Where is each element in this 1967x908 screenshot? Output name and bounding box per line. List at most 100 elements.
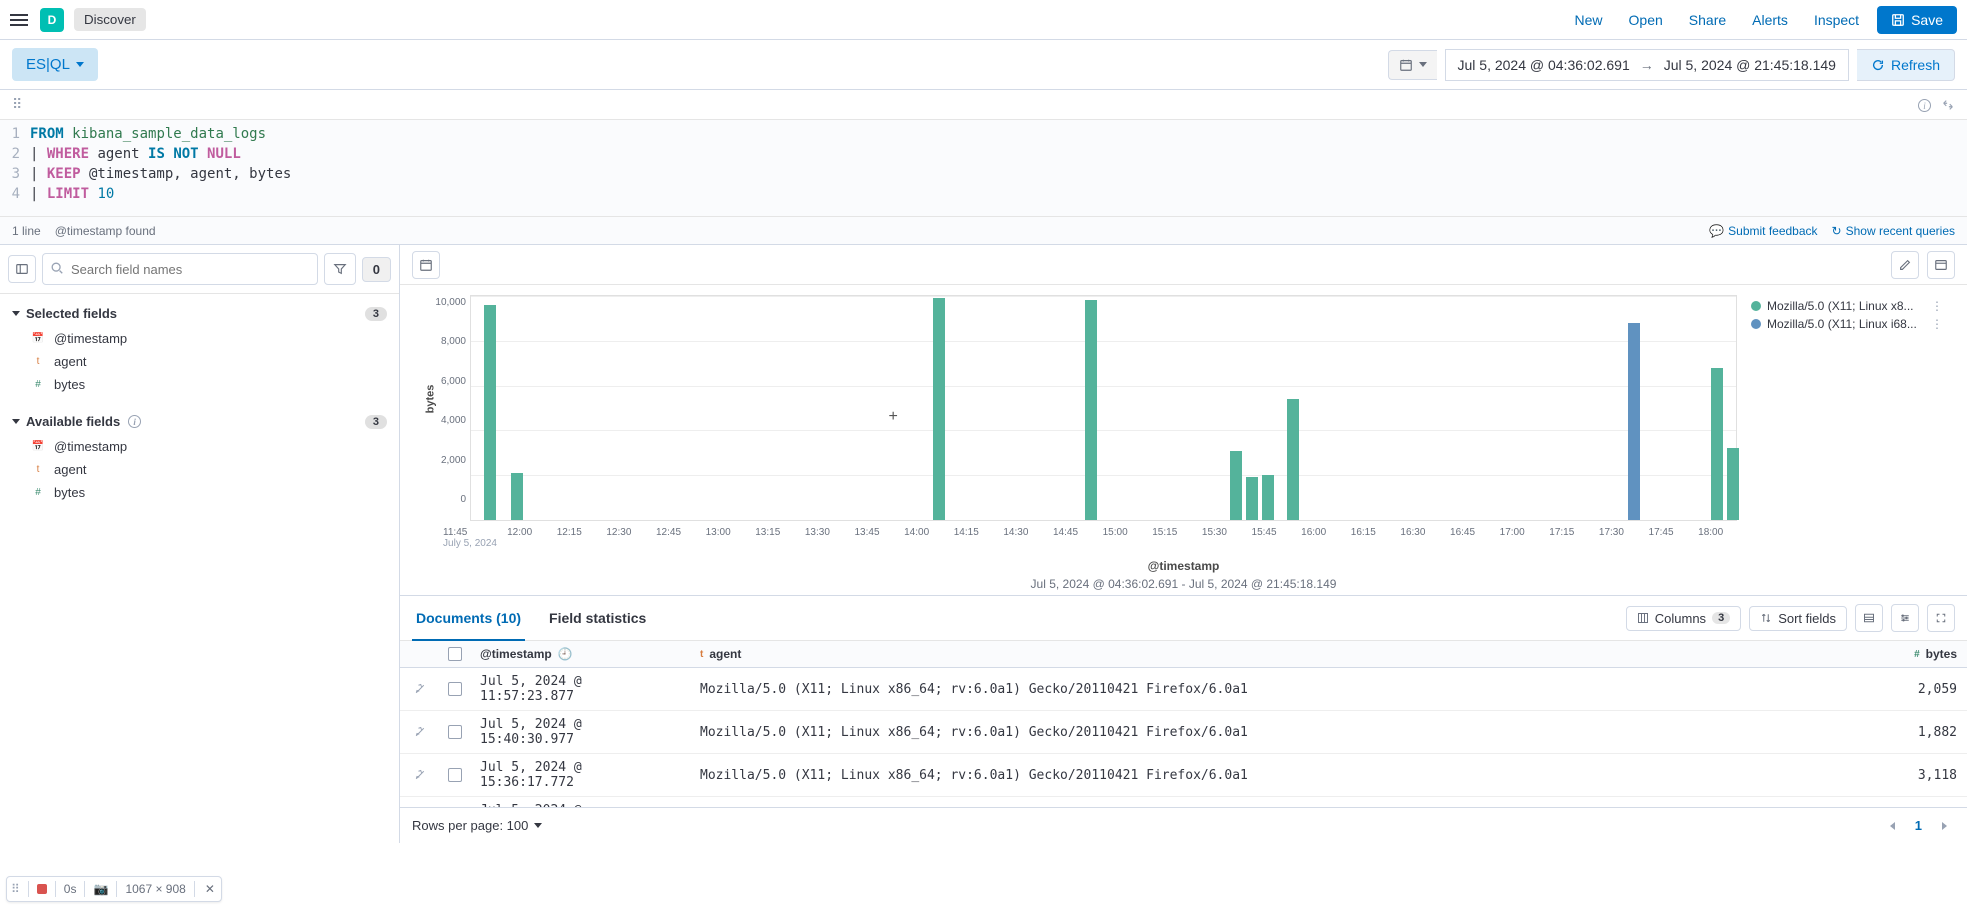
table-row[interactable]: Jul 5, 2024 @ 15:40:30.977Mozilla/5.0 (X… — [400, 711, 1967, 754]
tab-field-statistics[interactable]: Field statistics — [545, 602, 650, 634]
header-agent[interactable]: t agent — [690, 641, 1877, 667]
drag-handle-icon[interactable]: ⠿ — [11, 882, 20, 896]
columns-count: 3 — [1712, 612, 1730, 624]
expand-row-button[interactable] — [400, 711, 440, 753]
edit-visualization-button[interactable] — [1891, 251, 1919, 279]
chart-options-button[interactable] — [1927, 251, 1955, 279]
open-link[interactable]: Open — [1621, 12, 1671, 28]
field-search-input[interactable] — [42, 253, 318, 285]
header-timestamp[interactable]: @timestamp 🕘 — [470, 641, 690, 667]
menu-icon[interactable] — [10, 10, 30, 30]
chart-bar[interactable] — [1262, 475, 1274, 520]
number-type-icon: # — [30, 378, 46, 392]
toggle-histogram-button[interactable] — [412, 251, 440, 279]
legend-more-icon[interactable]: ⋮ — [1927, 317, 1947, 331]
record-indicator-icon[interactable] — [37, 884, 47, 894]
field-item-agent[interactable]: tagent — [12, 350, 387, 373]
chevron-down-icon — [76, 62, 84, 67]
row-checkbox[interactable] — [440, 668, 470, 710]
field-item-agent-avail[interactable]: tagent — [12, 458, 387, 481]
field-item-bytes-avail[interactable]: #bytes — [12, 481, 387, 504]
chart-bar[interactable] — [511, 473, 523, 520]
x-tick: 12:45 — [656, 527, 681, 538]
datepicker-quick-button[interactable] — [1388, 50, 1437, 80]
expand-row-button[interactable] — [400, 668, 440, 710]
language-switcher[interactable]: ES|QL — [12, 48, 98, 81]
info-icon[interactable]: i — [128, 415, 141, 428]
available-fields-header[interactable]: Available fields i 3 — [12, 408, 387, 435]
header-bytes[interactable]: # bytes — [1877, 641, 1967, 667]
page-prev-button[interactable] — [1882, 814, 1903, 837]
legend-more-icon[interactable]: ⋮ — [1927, 299, 1947, 313]
code-content[interactable]: FROM kibana_sample_data_logs | WHERE age… — [30, 124, 291, 204]
row-checkbox[interactable] — [440, 711, 470, 753]
share-link[interactable]: Share — [1681, 12, 1734, 28]
sort-fields-button[interactable]: Sort fields — [1749, 606, 1847, 631]
expand-row-button[interactable] — [400, 754, 440, 796]
x-tick: 17:45 — [1649, 527, 1674, 538]
field-item-timestamp-avail[interactable]: 📅@timestamp — [12, 435, 387, 458]
select-all-checkbox[interactable] — [440, 641, 470, 667]
chart-bar[interactable] — [1246, 477, 1258, 520]
panel-left-icon — [15, 262, 29, 276]
x-tick: 13:15 — [755, 527, 780, 538]
camera-icon[interactable]: 📷 — [93, 882, 108, 896]
table-row[interactable]: Jul 5, 2024 @ 15:36:17.772Mozilla/5.0 (X… — [400, 754, 1967, 797]
alerts-link[interactable]: Alerts — [1744, 12, 1796, 28]
legend-item-1[interactable]: Mozilla/5.0 (X11; Linux i68... ⋮ — [1751, 317, 1947, 331]
row-checkbox[interactable] — [440, 754, 470, 796]
chart-bar[interactable] — [484, 305, 496, 520]
toolbar-controls-button[interactable] — [1891, 604, 1919, 632]
rows-per-page-selector[interactable]: Rows per page: 100 — [412, 818, 542, 833]
cell-agent: Mozilla/5.0 (X11; Linux x86_64; rv:6.0a1… — [690, 711, 1877, 753]
panel-top-icon — [1934, 258, 1948, 272]
chart-bar[interactable] — [1287, 399, 1299, 520]
chart-bar[interactable] — [1085, 300, 1097, 520]
inspect-link[interactable]: Inspect — [1806, 12, 1867, 28]
x-tick: 13:45 — [855, 527, 880, 538]
fullscreen-button[interactable] — [1927, 604, 1955, 632]
expand-row-button[interactable] — [400, 797, 440, 807]
field-filter-button[interactable] — [324, 253, 356, 285]
datepicker-range[interactable]: Jul 5, 2024 @ 04:36:02.691 → Jul 5, 2024… — [1445, 49, 1849, 81]
new-link[interactable]: New — [1567, 12, 1611, 28]
chevron-down-icon — [12, 311, 20, 316]
x-tick: 12:15 — [557, 527, 582, 538]
submit-feedback-link[interactable]: 💬 Submit feedback — [1709, 224, 1817, 238]
x-tick: 14:30 — [1003, 527, 1028, 538]
table-row[interactable]: Jul 5, 2024 @ 14:04:53.521Mozilla/5.0 (X… — [400, 797, 1967, 807]
tab-documents[interactable]: Documents (10) — [412, 602, 525, 634]
chart-bar[interactable] — [1628, 323, 1640, 520]
chart-bar[interactable] — [933, 298, 945, 520]
legend-item-0[interactable]: Mozilla/5.0 (X11; Linux x8... ⋮ — [1751, 299, 1947, 313]
close-icon[interactable]: ✕ — [203, 882, 217, 896]
selected-fields-header[interactable]: Selected fields 3 — [12, 300, 387, 327]
field-item-bytes[interactable]: #bytes — [12, 373, 387, 396]
display-options-button[interactable] — [1855, 604, 1883, 632]
show-recent-queries-link[interactable]: ↻ Show recent queries — [1832, 224, 1955, 238]
controls-icon — [1899, 612, 1911, 624]
field-item-timestamp[interactable]: 📅@timestamp — [12, 327, 387, 350]
results-table: @timestamp 🕘 t agent # bytes Jul 5, 2024… — [400, 641, 1967, 807]
app-icon[interactable]: D — [40, 8, 64, 32]
drag-handle-icon[interactable]: ⠿ — [12, 96, 23, 113]
discover-breadcrumb[interactable]: Discover — [74, 8, 146, 31]
x-tick: 17:30 — [1599, 527, 1624, 538]
collapse-editor-icon[interactable] — [1941, 98, 1955, 112]
grid-density-icon — [1863, 612, 1875, 624]
table-row[interactable]: Jul 5, 2024 @ 11:57:23.877Mozilla/5.0 (X… — [400, 668, 1967, 711]
chart-bar[interactable] — [1711, 368, 1723, 520]
info-icon[interactable]: i — [1918, 97, 1931, 113]
columns-button[interactable]: Columns 3 — [1626, 606, 1741, 631]
collapse-sidebar-button[interactable] — [8, 255, 36, 283]
refresh-button[interactable]: Refresh — [1857, 49, 1955, 81]
chart-bar[interactable] — [1727, 448, 1739, 520]
chart-bar[interactable] — [1230, 451, 1242, 520]
page-next-button[interactable] — [1934, 814, 1955, 837]
page-current[interactable]: 1 — [1907, 814, 1930, 837]
sidebar-search-row: 0 — [0, 245, 399, 294]
plot-area[interactable]: + — [470, 295, 1737, 521]
save-button[interactable]: Save — [1877, 6, 1957, 34]
row-checkbox[interactable] — [440, 797, 470, 807]
x-tick: 14:15 — [954, 527, 979, 538]
